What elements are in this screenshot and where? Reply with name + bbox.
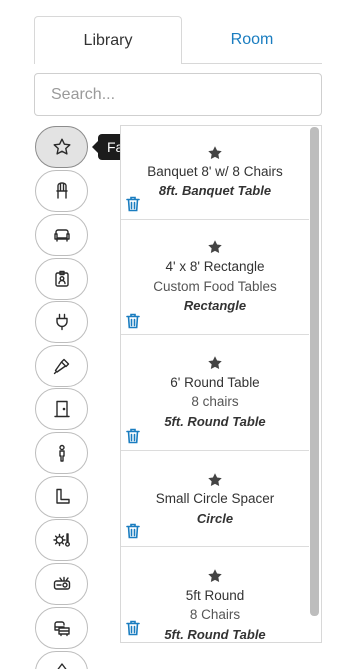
category-staging-button[interactable]	[35, 476, 88, 518]
category-audio-button[interactable]	[35, 345, 88, 387]
list-scrollbar[interactable]	[310, 127, 319, 616]
person-icon	[58, 444, 65, 462]
favorite-star-icon[interactable]	[207, 239, 223, 255]
favorite-star-icon[interactable]	[207, 472, 223, 488]
category-favorites-button[interactable]	[35, 126, 88, 168]
item-type: 5ft. Round Table	[164, 414, 266, 429]
item-type: Circle	[196, 511, 234, 526]
stage-steps-icon	[55, 488, 70, 504]
microphone-icon	[53, 358, 69, 375]
trash-icon[interactable]	[126, 196, 140, 212]
category-lighting-button[interactable]	[35, 651, 88, 669]
item-subtitle: Custom Food Tables	[153, 279, 277, 294]
favorite-star-icon[interactable]	[207, 355, 223, 371]
list-item[interactable]: Banquet 8' w/ 8 Chairs 8ft. Banquet Tabl…	[121, 126, 309, 220]
category-vehicles-button[interactable]	[35, 607, 88, 649]
item-subtitle: 8 Chairs	[189, 607, 241, 622]
sofa-icon	[53, 229, 70, 242]
item-subtitle: 8 chairs	[191, 394, 239, 409]
trash-icon[interactable]	[126, 428, 140, 444]
trash-icon[interactable]	[126, 620, 140, 636]
lamp-icon	[56, 663, 67, 669]
list-item[interactable]: 5ft Round 8 Chairs 5ft. Round Table	[121, 547, 309, 642]
power-plug-icon	[55, 313, 68, 331]
category-badges-button[interactable]	[35, 258, 88, 300]
category-lounge-button[interactable]	[35, 214, 88, 256]
tab-room[interactable]: Room	[182, 16, 322, 64]
search-input[interactable]	[34, 73, 322, 116]
tab-library[interactable]: Library	[34, 16, 182, 64]
category-doors-button[interactable]	[35, 388, 88, 430]
item-name: 5ft Round	[185, 588, 245, 603]
category-av-button[interactable]	[35, 563, 88, 605]
id-badge-icon	[54, 270, 69, 287]
door-icon	[53, 400, 70, 418]
star-icon	[53, 138, 70, 155]
item-name: 6' Round Table	[170, 375, 260, 390]
favorite-star-icon[interactable]	[207, 145, 223, 161]
chair-icon	[55, 182, 68, 199]
trash-icon[interactable]	[126, 523, 140, 539]
item-type: Rectangle	[183, 298, 247, 313]
item-name: 4' x 8' Rectangle	[165, 259, 265, 274]
item-name: Small Circle Spacer	[155, 491, 275, 506]
list-item[interactable]: Small Circle Spacer Circle	[121, 451, 309, 547]
vehicles-icon	[53, 621, 70, 637]
item-name: Banquet 8' w/ 8 Chairs	[147, 164, 283, 179]
favorite-star-icon[interactable]	[207, 568, 223, 584]
list-item[interactable]: 4' x 8' Rectangle Custom Food Tables Rec…	[121, 220, 309, 335]
trash-icon[interactable]	[126, 313, 140, 329]
item-type: 5ft. Round Table	[164, 627, 266, 642]
item-type: 8ft. Banquet Table	[158, 183, 272, 198]
library-item-list: Banquet 8' w/ 8 Chairs 8ft. Banquet Tabl…	[120, 125, 322, 643]
tab-bar: Library Room	[34, 16, 322, 64]
category-people-button[interactable]	[35, 432, 88, 474]
category-power-button[interactable]	[35, 301, 88, 343]
category-climate-button[interactable]	[35, 519, 88, 561]
list-item[interactable]: 6' Round Table 8 chairs 5ft. Round Table	[121, 335, 309, 451]
projector-icon	[53, 576, 70, 590]
category-chairs-button[interactable]	[35, 170, 88, 212]
gear-thermometer-icon	[52, 533, 70, 547]
